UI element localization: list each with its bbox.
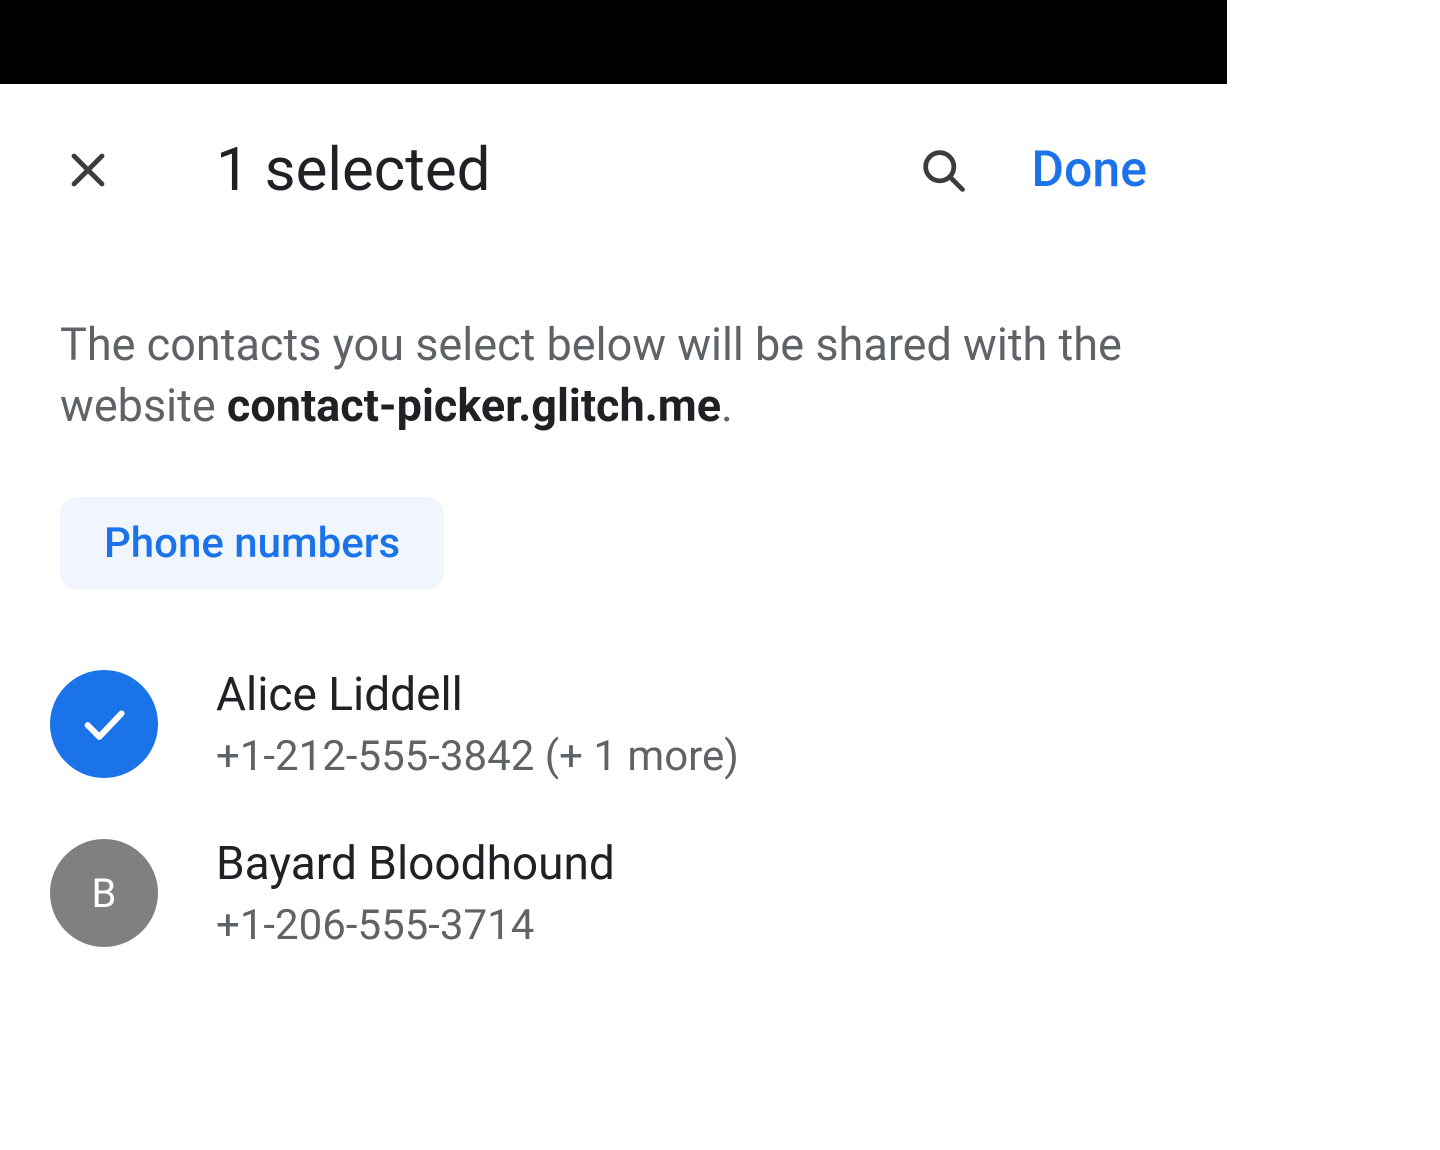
avatar-selected (50, 670, 158, 778)
close-icon (64, 146, 112, 194)
contact-detail: +1-206-555-3714 (216, 901, 615, 950)
contact-name: Alice Liddell (216, 668, 739, 722)
search-button[interactable] (915, 142, 971, 198)
filter-chip-phone-numbers[interactable]: Phone numbers (60, 497, 444, 590)
header: 1 selected Done (0, 84, 1227, 235)
status-bar (0, 0, 1227, 84)
done-button[interactable]: Done (1031, 141, 1147, 199)
contact-name: Bayard Bloodhound (216, 837, 615, 891)
search-icon (917, 144, 969, 196)
contact-list: Alice Liddell +1-212-555-3842 (+ 1 more)… (0, 590, 1227, 978)
selection-count-title: 1 selected (216, 134, 915, 205)
check-icon (76, 696, 132, 752)
description-suffix: . (721, 379, 733, 432)
avatar-letter: B (50, 839, 158, 947)
contact-row[interactable]: Alice Liddell +1-212-555-3842 (+ 1 more) (50, 640, 1167, 809)
share-description: The contacts you select below will be sh… (0, 235, 1227, 437)
contact-row[interactable]: B Bayard Bloodhound +1-206-555-3714 (50, 809, 1167, 978)
description-website: contact-picker.glitch.me (227, 379, 721, 432)
close-button[interactable] (60, 142, 116, 198)
contact-detail: +1-212-555-3842 (+ 1 more) (216, 732, 739, 781)
